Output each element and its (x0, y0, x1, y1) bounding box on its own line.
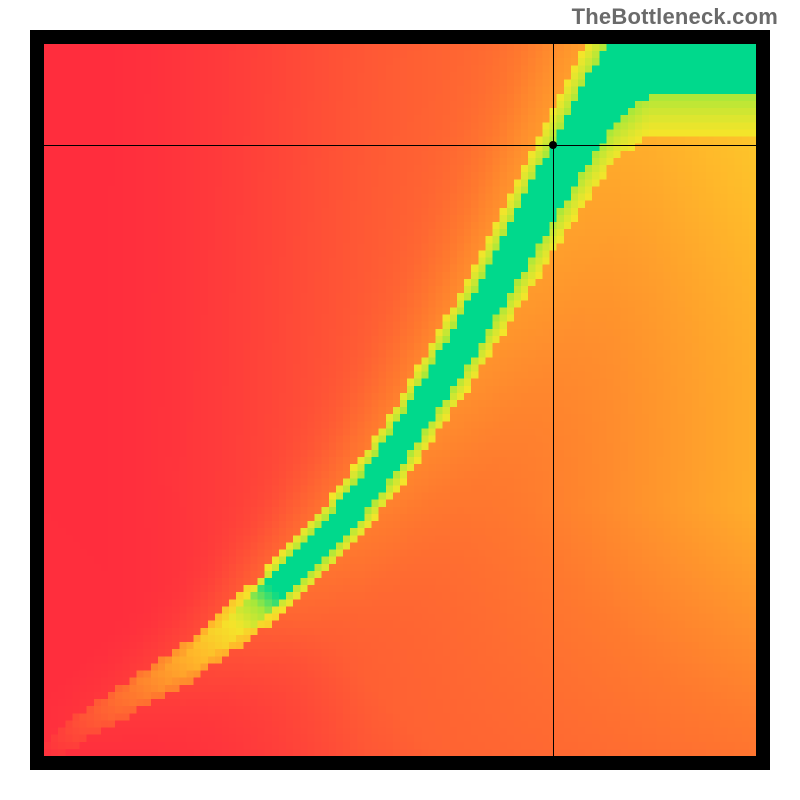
plot-frame (30, 30, 770, 770)
crosshair-horizontal (30, 145, 770, 146)
heatmap-canvas (44, 44, 756, 756)
crosshair-point (549, 141, 557, 149)
chart-wrapper: TheBottleneck.com (0, 0, 800, 800)
watermark-text: TheBottleneck.com (572, 4, 778, 30)
